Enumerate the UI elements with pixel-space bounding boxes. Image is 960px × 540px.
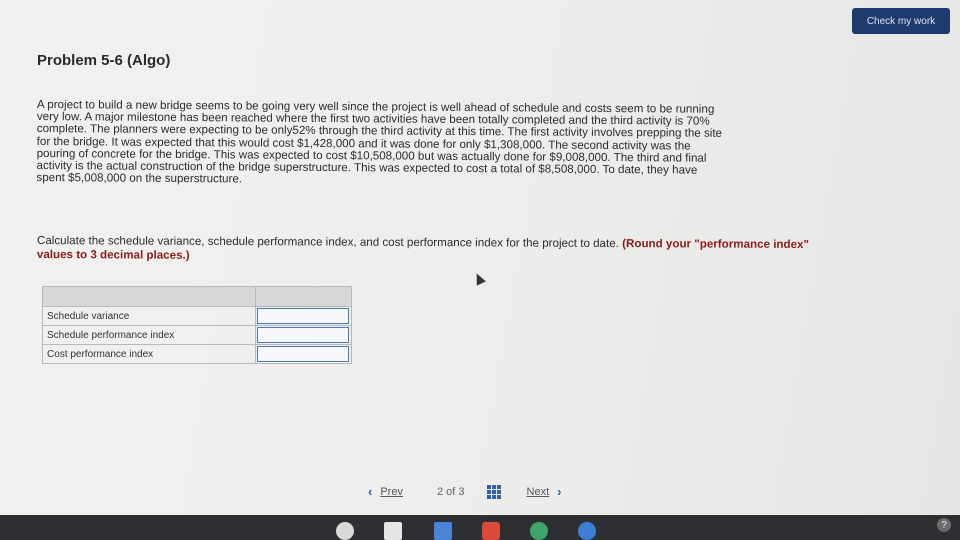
spi-input[interactable] <box>257 327 349 343</box>
input-cell <box>255 325 352 345</box>
gmail-icon[interactable] <box>384 522 402 540</box>
chevron-left-icon[interactable]: ‹ <box>368 484 372 499</box>
current-page: 2 <box>436 485 444 498</box>
files-icon[interactable] <box>578 522 596 540</box>
input-cell <box>255 306 352 326</box>
header-cell <box>42 286 256 307</box>
total-pages: 3 <box>458 485 465 498</box>
instruction-text: Calculate the schedule variance, schedul… <box>37 234 837 266</box>
check-my-work-button[interactable]: Check my work <box>852 8 950 34</box>
problem-title: Problem 5-6 (Algo) <box>37 52 171 69</box>
chevron-right-icon[interactable]: › <box>557 484 561 499</box>
next-link[interactable]: Next <box>527 486 550 498</box>
row-label: Schedule performance index <box>42 325 256 345</box>
help-icon[interactable]: ? <box>937 518 951 532</box>
table-row: Schedule performance index <box>42 325 352 345</box>
prev-link[interactable]: Prev <box>380 486 403 498</box>
table-row: Schedule variance <box>42 306 352 326</box>
row-label: Cost performance index <box>42 344 256 364</box>
taskbar <box>0 515 960 540</box>
header-cell <box>255 286 352 307</box>
youtube-icon[interactable] <box>482 522 500 540</box>
input-cell <box>255 344 352 364</box>
pagination: ‹ Prev 2 of 3 Next › <box>368 484 562 499</box>
table-row: Cost performance index <box>42 344 352 364</box>
grid-icon[interactable] <box>486 484 501 499</box>
play-store-icon[interactable] <box>530 522 548 540</box>
of-label: of <box>446 485 456 498</box>
schedule-variance-input[interactable] <box>257 308 349 324</box>
chrome-icon[interactable] <box>336 522 354 540</box>
problem-statement: A project to build a new bridge seems to… <box>36 98 867 190</box>
row-label: Schedule variance <box>42 306 256 326</box>
page-indicator: 2 of 3 <box>437 486 465 498</box>
table-header-row <box>42 286 352 307</box>
cpi-input[interactable] <box>257 346 349 362</box>
docs-icon[interactable] <box>434 522 452 540</box>
answer-table: Schedule variance Schedule performance i… <box>42 286 352 364</box>
